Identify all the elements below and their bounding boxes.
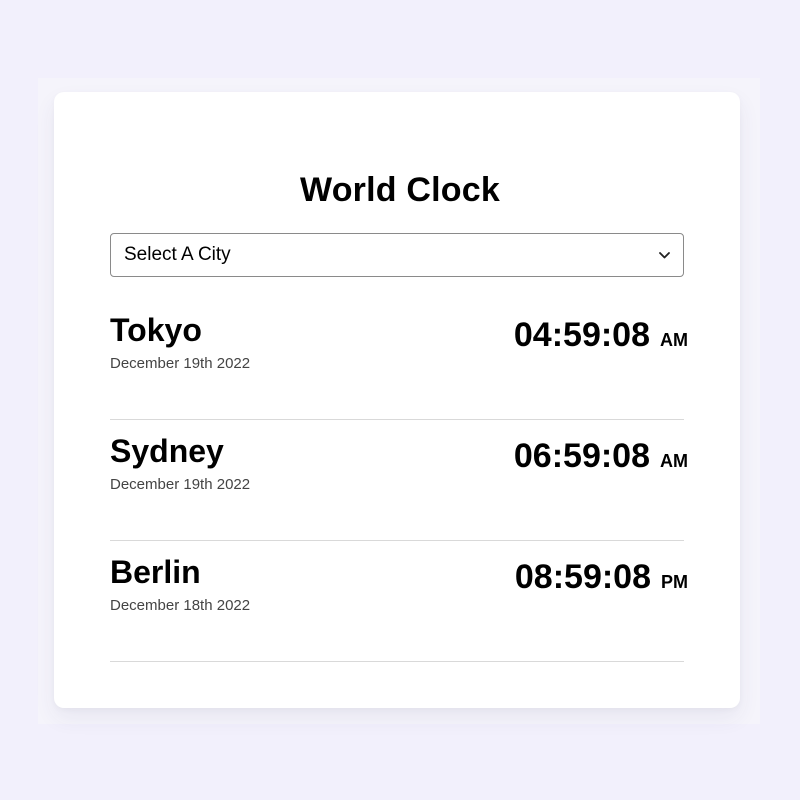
city-row-tokyo: Tokyo December 19th 2022 04:59:08 AM bbox=[110, 299, 688, 420]
city-row-sydney: Sydney December 19th 2022 06:59:08 AM bbox=[110, 420, 688, 541]
city-date: December 18th 2022 bbox=[110, 597, 251, 614]
city-name: Tokyo bbox=[110, 312, 202, 348]
time-period: PM bbox=[661, 572, 688, 592]
time-value: 08:59:08 bbox=[514, 558, 651, 596]
city-select-value: Select A City bbox=[124, 244, 231, 265]
city-name: Sydney bbox=[110, 433, 224, 469]
chevron-down-icon bbox=[658, 249, 670, 261]
page-title: World Clock bbox=[300, 171, 500, 209]
time-period: AM bbox=[660, 330, 688, 350]
time-value: 04:59:08 bbox=[513, 316, 650, 354]
city-time: 04:59:08 AM bbox=[514, 315, 688, 355]
city-date: December 19th 2022 bbox=[110, 355, 251, 372]
city-time: 06:59:08 AM bbox=[514, 436, 688, 476]
city-select[interactable]: Select A City bbox=[110, 233, 684, 277]
city-name: Berlin bbox=[110, 554, 201, 590]
time-period: AM bbox=[660, 451, 688, 471]
time-value: 06:59:08 bbox=[513, 437, 650, 475]
city-row-berlin: Berlin December 18th 2022 08:59:08 PM bbox=[110, 541, 688, 662]
city-date: December 19th 2022 bbox=[110, 476, 251, 493]
city-time: 08:59:08 PM bbox=[515, 557, 688, 597]
